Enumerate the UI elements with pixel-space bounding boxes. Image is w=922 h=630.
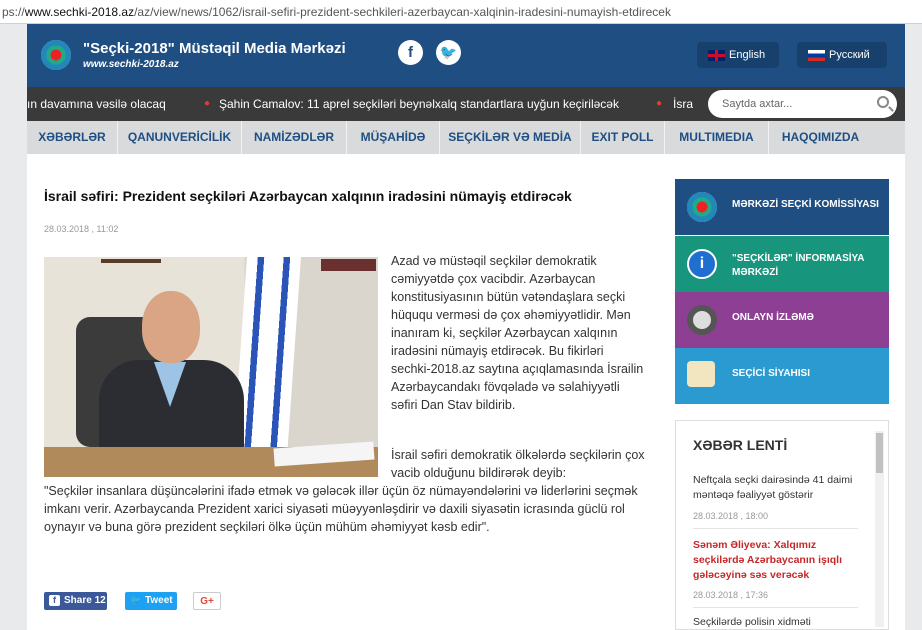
sidebar-label: ONLAYN İZLƏMƏ xyxy=(732,312,814,323)
russia-flag-icon xyxy=(808,50,825,61)
sidebar-label: MƏRKƏZİ SEÇKİ KOMİSSİYASI xyxy=(732,199,879,210)
feed-item[interactable]: Seçkilərdə polisin xidməti xyxy=(693,615,858,629)
news-feed[interactable]: XƏBƏR LENTİ Neftçala seçki dairəsində 41… xyxy=(675,420,889,630)
twitter-icon[interactable]: 🐦 xyxy=(436,40,461,65)
nav-item-news[interactable]: XƏBƏRLƏR xyxy=(27,121,118,154)
feed-title: XƏBƏR LENTİ xyxy=(693,437,788,453)
lang-ru-label: Русский xyxy=(829,49,870,61)
bullet-icon: ● xyxy=(656,98,663,109)
feed-date: 28.03.2018 , 18:00 xyxy=(693,511,769,521)
lang-english-button[interactable]: English xyxy=(697,42,779,68)
tweet-button[interactable]: 🐦 Tweet xyxy=(125,592,177,610)
nav-item-observation[interactable]: MÜŞAHİDƏ xyxy=(347,121,440,154)
site-title[interactable]: "Seçki-2018" Müstəqil Media Mərkəzi xyxy=(83,40,346,57)
google-plus-button[interactable]: G+ xyxy=(193,592,221,610)
site-url[interactable]: www.sechki-2018.az xyxy=(83,59,179,70)
url-prefix: ps:// xyxy=(2,5,25,19)
nav-item-about[interactable]: HAQQIMIZDA xyxy=(769,121,872,154)
scrollbar-thumb[interactable] xyxy=(876,433,883,473)
divider xyxy=(693,528,858,529)
article-paragraph: Azad və müstəqil seçkilər demokratik cəm… xyxy=(391,254,644,412)
webcam-icon xyxy=(687,305,717,335)
ticker-item[interactable]: ın davamına vəsilə olacaq xyxy=(27,87,166,121)
search-input[interactable]: Saytda axtar... xyxy=(708,90,897,118)
search-placeholder: Saytda axtar... xyxy=(722,98,793,110)
nav-item-multimedia[interactable]: MULTIMEDIA xyxy=(665,121,769,154)
main-nav: XƏBƏRLƏR QANUNVERİCİLİK NAMİZƏDLƏR MÜŞAH… xyxy=(27,121,905,154)
url-host: www.sechki-2018.az xyxy=(24,5,135,19)
emblem-icon xyxy=(687,192,717,222)
feed-date: 28.03.2018 , 17:36 xyxy=(693,590,769,600)
twitter-icon: 🐦 xyxy=(130,595,142,605)
article-paragraph: İsrail səfiri demokratik ölkələrdə seçki… xyxy=(391,448,645,480)
feed-scrollbar[interactable] xyxy=(875,431,884,627)
ticker-item[interactable]: Şahin Camalov: 11 aprel seçkiləri beynəl… xyxy=(219,87,619,121)
sidebar-label: SEÇİCİ SİYAHISI xyxy=(732,368,810,379)
site-header: "Seçki-2018" Müstəqil Media Mərkəzi www.… xyxy=(27,24,905,87)
facebook-icon: f xyxy=(49,595,60,606)
article-title: İsrail səfiri: Prezident seçkiləri Azərb… xyxy=(44,188,572,204)
lang-russian-button[interactable]: Русский xyxy=(797,42,887,68)
facebook-share-button[interactable]: f Share 12 xyxy=(44,592,107,610)
sidebar-info-center-link[interactable]: i "SEÇKİLƏR" İNFORMASİYA MƏRKƏZİ xyxy=(675,236,889,292)
nav-item-elections-media[interactable]: SEÇKİLƏR VƏ MEDİA xyxy=(440,121,581,154)
sidebar-online-link[interactable]: ONLAYN İZLƏMƏ xyxy=(675,292,889,348)
bullet-icon: ● xyxy=(204,98,211,109)
info-icon: i xyxy=(687,249,717,279)
sidebar-cec-link[interactable]: MƏRKƏZİ SEÇKİ KOMİSSİYASI xyxy=(675,179,889,235)
lang-en-label: English xyxy=(729,49,766,61)
tweet-label: Tweet xyxy=(145,595,173,606)
url-path: /az/view/news/1062/israil-sefiri-prezide… xyxy=(134,5,671,19)
sidebar-label: "SEÇKİLƏR" İNFORMASİYA MƏRKƏZİ xyxy=(732,253,865,278)
feed-item[interactable]: Neftçala seçki dairəsində 41 daimi məntə… xyxy=(693,473,858,503)
search-icon[interactable] xyxy=(877,96,889,108)
article-date: 28.03.2018 , 11:02 xyxy=(44,224,119,234)
nav-item-legislation[interactable]: QANUNVERİCİLİK xyxy=(118,121,242,154)
ticker-item[interactable]: İsra xyxy=(673,87,693,121)
nav-item-candidates[interactable]: NAMİZƏDLƏR xyxy=(242,121,347,154)
divider xyxy=(693,607,858,608)
fb-share-label: Share 12 xyxy=(64,595,106,606)
website: "Seçki-2018" Müstəqil Media Mərkəzi www.… xyxy=(27,24,905,630)
sidebar-voter-list-link[interactable]: SEÇİCİ SİYAHISI xyxy=(675,348,889,404)
nav-item-exit-poll[interactable]: EXIT POLL xyxy=(581,121,665,154)
facebook-icon[interactable]: f xyxy=(398,40,423,65)
article-photo xyxy=(44,257,378,477)
voter-list-icon xyxy=(687,361,715,387)
address-bar[interactable]: ps://www.sechki-2018.az/az/view/news/106… xyxy=(0,0,922,24)
logo-icon[interactable] xyxy=(41,40,71,70)
uk-flag-icon xyxy=(708,50,725,61)
feed-item[interactable]: Sənəm Əliyeva: Xalqımız seçkilərdə Azərb… xyxy=(693,538,858,583)
article-quote: "Seçkilər insanlara düşüncələrini ifadə … xyxy=(44,484,638,534)
